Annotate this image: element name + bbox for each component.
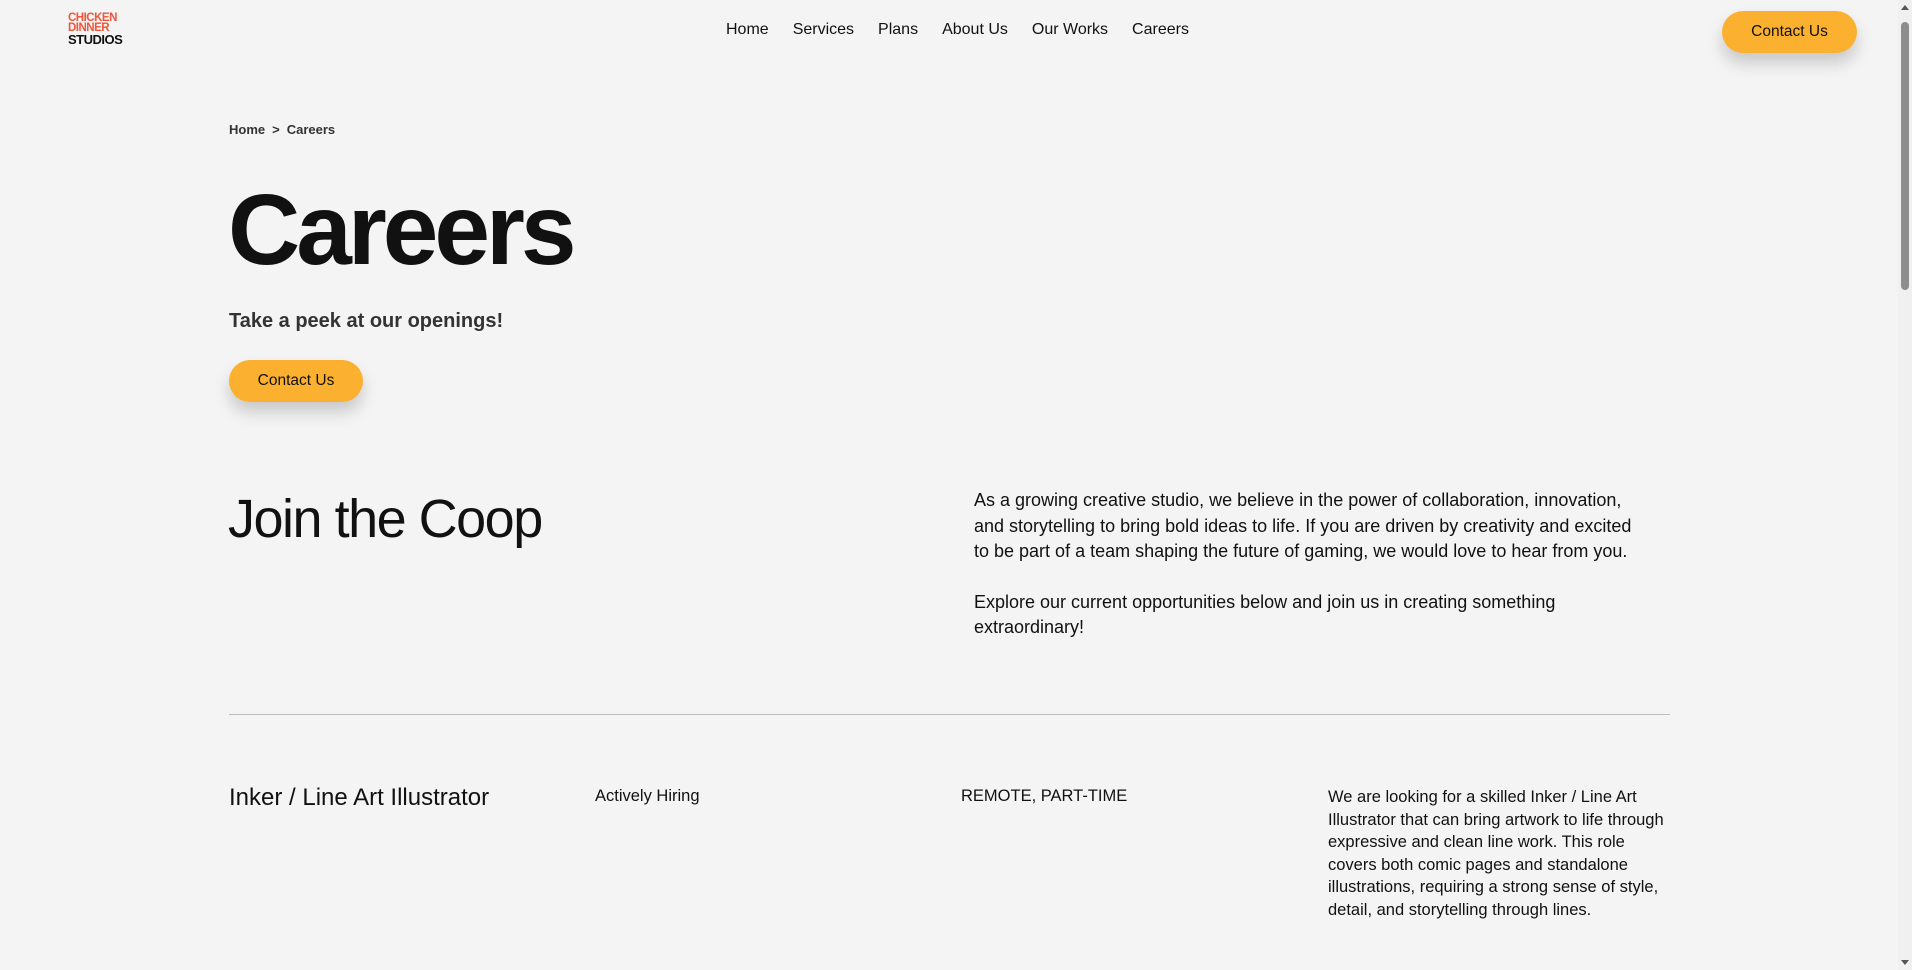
breadcrumb-home[interactable]: Home [229,122,265,137]
join-paragraph-1: As a growing creative studio, we believe… [974,490,1632,561]
nav-our-works[interactable]: Our Works [1032,21,1108,39]
scroll-up-arrow-icon[interactable] [1901,5,1909,10]
breadcrumb-current: Careers [286,122,336,137]
nav-plans[interactable]: Plans [878,21,918,39]
page-scrollbar[interactable] [1898,0,1912,970]
nav-careers[interactable]: Careers [1132,21,1189,39]
breadcrumb: Home > Careers [229,122,335,137]
main-nav: Home Services Plans About Us Our Works C… [726,21,1189,39]
nav-services[interactable]: Services [793,21,854,39]
hero-contact-button[interactable]: Contact Us [229,360,363,402]
section-divider [229,714,1670,715]
nav-about-us[interactable]: About Us [942,21,1008,39]
job-description: We are looking for a skilled Inker / Lin… [1328,788,1664,919]
header-contact-button[interactable]: Contact Us [1722,11,1857,53]
nav-home[interactable]: Home [726,21,769,39]
page-subtitle: Take a peek at our openings! [229,310,504,332]
join-section-title: Join the Coop [228,489,543,549]
logo-line-3: STUDIOS [68,31,123,47]
job-type: REMOTE, PART-TIME [961,787,1128,805]
join-paragraph-2: Explore our current opportunities below … [974,591,1556,638]
scroll-down-arrow-icon[interactable] [1901,960,1909,965]
job-status: Actively Hiring [595,787,700,805]
join-section-text: As a growing creative studio, we believe… [974,488,1644,641]
job-title[interactable]: Inker / Line Art Illustrator [229,784,489,812]
studio-logo[interactable]: CHICKEN DINNER STUDIOS [68,12,123,47]
careers-page: CHICKEN DINNER STUDIOS Home Services Pla… [0,0,1912,970]
scroll-thumb[interactable] [1901,22,1909,290]
page-title: Careers [228,174,577,286]
breadcrumb-separator: > [272,122,280,137]
